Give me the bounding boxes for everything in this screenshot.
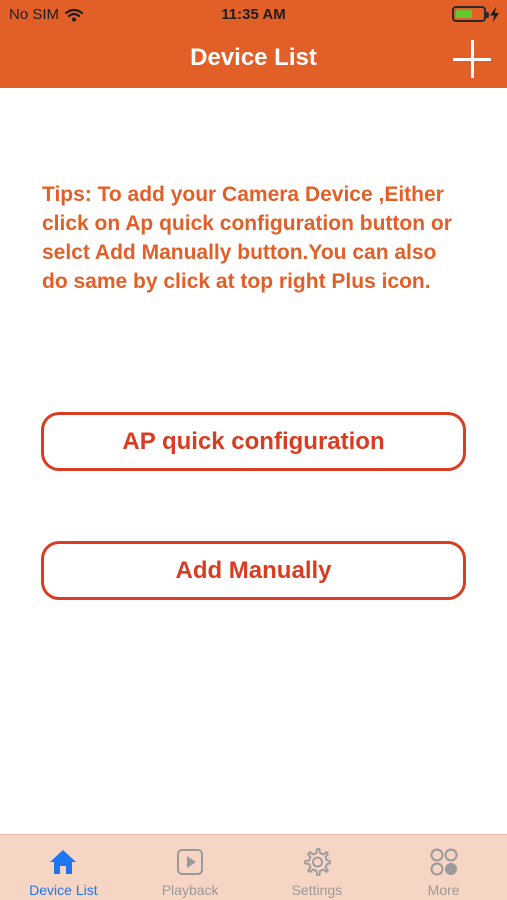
more-icon xyxy=(430,848,458,876)
tab-label: Device List xyxy=(29,882,98,898)
add-manually-button[interactable]: Add Manually xyxy=(41,541,466,600)
plus-icon[interactable] xyxy=(453,40,491,78)
charging-bolt-icon xyxy=(490,6,499,22)
status-time: 11:35 AM xyxy=(221,6,286,23)
play-icon xyxy=(177,849,204,875)
navigation-bar: Device List xyxy=(0,30,507,88)
tab-bar: Device List Playback Settings More xyxy=(0,834,507,900)
tips-text: Tips: To add your Camera Device ,Either … xyxy=(42,183,452,293)
battery-icon xyxy=(452,6,489,22)
ap-quick-configuration-button[interactable]: AP quick configuration xyxy=(41,412,466,471)
tab-label: More xyxy=(427,882,460,898)
page-title: Device List xyxy=(190,44,317,71)
tab-more[interactable]: More xyxy=(380,835,507,900)
status-bar: No SIM 11:35 AM xyxy=(0,0,507,30)
home-icon xyxy=(50,850,77,874)
tab-device-list[interactable]: Device List xyxy=(0,835,127,900)
tab-label: Settings xyxy=(291,882,343,898)
status-right xyxy=(452,6,499,22)
tab-label: Playback xyxy=(161,882,219,898)
gear-icon xyxy=(303,848,331,876)
tab-playback[interactable]: Playback xyxy=(127,835,254,900)
tab-settings[interactable]: Settings xyxy=(254,835,381,900)
